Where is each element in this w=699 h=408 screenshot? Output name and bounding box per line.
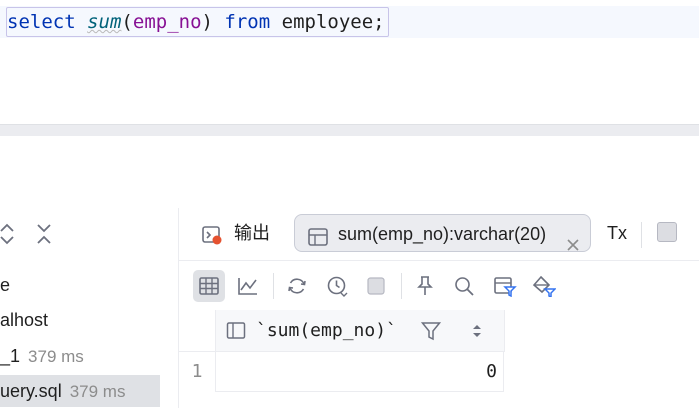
table-icon <box>307 223 329 246</box>
filter-columns-button[interactable] <box>488 270 520 302</box>
collapse-all-icon[interactable] <box>35 222 53 246</box>
paren-close: ) <box>201 11 213 33</box>
tab-tx-label: Tx <box>607 223 627 243</box>
search-icon <box>455 277 474 296</box>
keyword-select: select <box>7 11 76 33</box>
row-number: 1 <box>179 352 216 392</box>
highlight-button[interactable] <box>527 270 559 302</box>
column-header-label: `sum(emp_no)` <box>256 320 397 341</box>
tab-transaction[interactable]: Tx <box>607 214 627 252</box>
history-button[interactable] <box>321 270 353 302</box>
table-name: employee <box>281 11 374 33</box>
tree-item-label: alhost <box>0 310 49 330</box>
refresh-icon <box>288 278 306 294</box>
tab-output[interactable]: 输出 <box>201 214 270 252</box>
paren-open: ( <box>121 11 133 33</box>
tree-item-duration: 379 ms <box>28 347 84 366</box>
filter-icon[interactable] <box>420 321 442 341</box>
tree-item-session[interactable]: _1 379 ms <box>0 340 84 372</box>
table-filter-icon <box>494 277 517 297</box>
result-grid: `sum(emp_no)` 1 0 <box>179 310 699 408</box>
sql-statement[interactable]: select sum(emp_no) from employee; <box>7 11 385 33</box>
console-output-icon <box>201 221 223 245</box>
paint-bucket-icon <box>532 275 556 297</box>
stop-icon <box>657 222 677 243</box>
toolbar-separator <box>273 273 274 299</box>
expand-all-icon[interactable] <box>0 222 16 246</box>
search-button[interactable] <box>448 270 480 302</box>
tree-item-label: e <box>0 275 11 295</box>
tab-output-label: 输出 <box>234 223 271 243</box>
tree-item-query-file[interactable]: uery.sql 379 ms <box>0 375 160 407</box>
result-toolbar <box>179 260 699 311</box>
tree-item-label: _1 <box>0 346 21 366</box>
stop-button[interactable] <box>360 270 392 302</box>
tab-result-label: sum(emp_no):varchar(20) <box>338 224 547 244</box>
semicolon: ; <box>373 11 385 33</box>
editor-previous-line <box>0 0 699 4</box>
pin-icon <box>417 276 433 295</box>
pin-button[interactable] <box>409 270 441 302</box>
table-icon <box>199 277 219 295</box>
toolbar-separator <box>401 273 402 299</box>
tree-item-localhost[interactable]: alhost <box>0 304 48 336</box>
clock-icon <box>327 276 348 297</box>
tab-separator <box>641 222 642 248</box>
function-sum: sum <box>87 11 122 33</box>
table-view-button[interactable] <box>193 270 225 302</box>
tree-item-label: uery.sql <box>0 381 62 401</box>
row-number-header <box>179 310 216 352</box>
tree-item-database[interactable]: e <box>0 269 10 301</box>
result-tab-bar: 输出 sum(emp_no):varchar(20) Tx <box>179 208 699 260</box>
chart-icon <box>238 278 257 295</box>
table-cell[interactable]: 0 <box>216 352 504 392</box>
sql-editor[interactable]: select sum(emp_no) from employee; <box>0 0 699 124</box>
stop-icon <box>367 277 385 295</box>
column-header[interactable]: `sum(emp_no)` <box>216 310 505 352</box>
stop-tab-button[interactable] <box>657 214 677 252</box>
services-tree-panel: e alhost _1 379 ms uery.sql 379 ms <box>0 208 179 408</box>
editor-empty-area <box>0 135 699 208</box>
tab-result-sum[interactable]: sum(emp_no):varchar(20) <box>294 214 591 252</box>
column-name: emp_no <box>132 11 202 33</box>
keyword-from: from <box>224 11 271 33</box>
close-icon[interactable] <box>566 227 580 251</box>
tree-item-duration: 379 ms <box>69 382 126 401</box>
refresh-button[interactable] <box>281 270 313 302</box>
panel-splitter[interactable] <box>0 124 699 135</box>
chart-view-button[interactable] <box>232 270 264 302</box>
sort-icon[interactable] <box>471 322 483 340</box>
column-type-icon <box>226 321 246 341</box>
